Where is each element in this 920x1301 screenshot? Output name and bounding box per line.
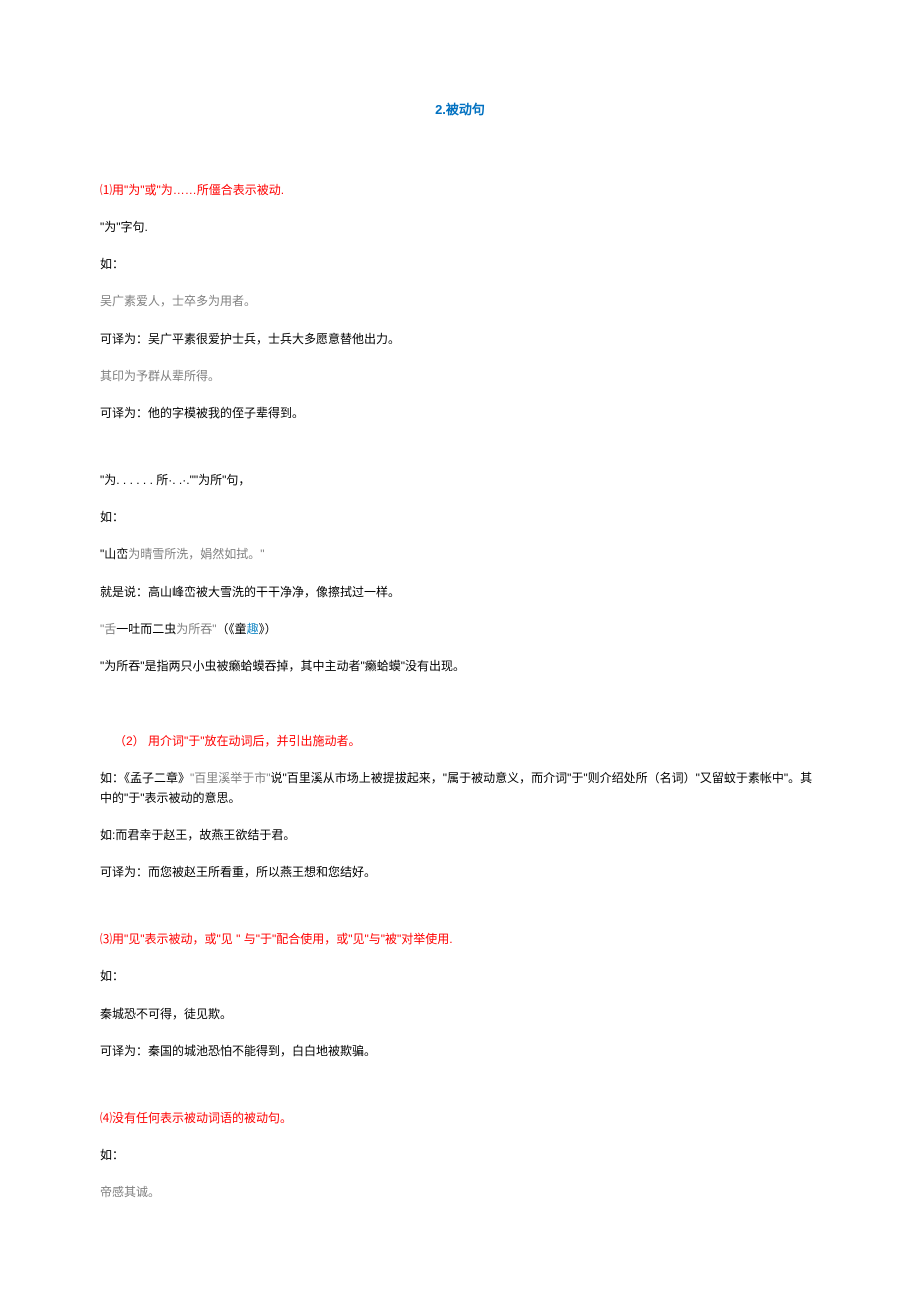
section-4-heading: ⑷没有任何表示被动词语的被动句。 (100, 1109, 820, 1128)
text: 如： (100, 1146, 820, 1165)
text-grey: "百里溪举于市" (190, 771, 271, 785)
text-link: 趣 (247, 622, 259, 636)
text-grey: 为晴雪所洗，娟然如拭。" (128, 547, 264, 561)
text-grey: "舌 (100, 622, 116, 636)
example-text: 其印为予群从辈所得。 (100, 367, 820, 386)
text: 一吐而二虫 (116, 622, 176, 636)
example-text: "山峦为晴雪所洗，娟然如拭。" (100, 545, 820, 564)
translation-text: 可译为：而您被赵王所看重，所以燕王想和您结好。 (100, 863, 820, 882)
text: 秦城恐不可得，徒见欺。 (100, 1005, 820, 1024)
page-title: 2.被动句 (100, 100, 820, 121)
translation-text: 可译为：秦国的城池恐怕不能得到，白白地被欺骗。 (100, 1042, 820, 1061)
text: 如： (100, 967, 820, 986)
translation-text: 可译为：吴广平素很爱护士兵，士兵大多愿意替他出力。 (100, 330, 820, 349)
text: "为. . . . . . 所·. .·.""为所"句， (100, 471, 820, 490)
translation-text: 可译为：他的字模被我的侄子辈得到。 (100, 404, 820, 423)
text: 如： (100, 255, 820, 274)
text: 如:而君幸于赵王，故燕王欲结于君。 (100, 826, 820, 845)
section-1-heading: ⑴用"为"或"为……所僵合表示被动. (100, 181, 820, 200)
text: "为"字句. (100, 218, 820, 237)
text: 如：《孟子二章》 (100, 771, 190, 785)
text: （《童 (217, 622, 247, 636)
section-2-heading: （2） 用介词"于"放在动词后，并引出施动者。 (100, 732, 820, 751)
text: 如： (100, 508, 820, 527)
example-text: 帝感其诚。 (100, 1183, 820, 1202)
example-text: "舌一吐而二虫为所吞"（《童趣》） (100, 620, 820, 639)
text: 如：《孟子二章》"百里溪举于市"说"百里溪从市场上被提拔起来，"属于被动意义，而… (100, 769, 820, 807)
translation-text: "为所吞"是指两只小虫被癞蛤蟆吞掉，其中主动者"癞蛤蟆"没有出现。 (100, 657, 820, 676)
example-text: 吴广素爱人，士卒多为用者。 (100, 292, 820, 311)
text: 》） (259, 622, 277, 636)
text-grey: 为所吞" (176, 622, 216, 636)
translation-text: 就是说：高山峰峦被大雪洗的干干净净，像擦拭过一样。 (100, 583, 820, 602)
text: "山峦 (100, 547, 128, 561)
section-3-heading: ⑶用"见"表示被动，或"见 " 与"于"配合使用，或"见"与"被"对举使用. (100, 930, 820, 949)
